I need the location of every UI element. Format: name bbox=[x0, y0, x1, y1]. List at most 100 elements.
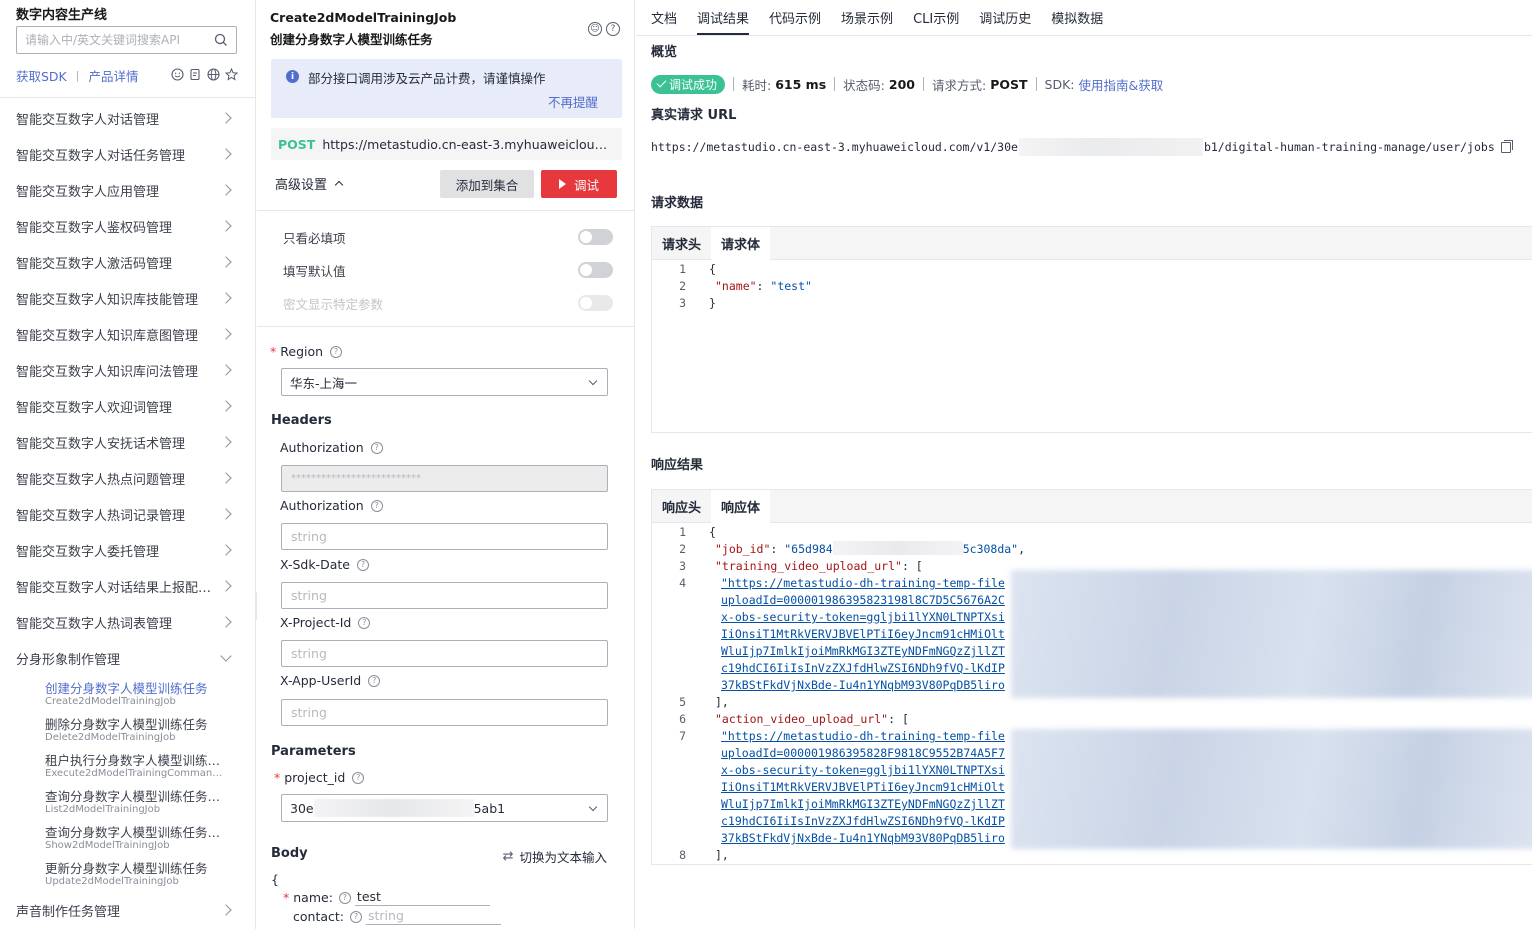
debug-form-panel: Create2dModelTrainingJob 创建分身数字人模型训练任务 ☺… bbox=[257, 0, 635, 929]
search-icon[interactable] bbox=[214, 33, 228, 47]
result-tab[interactable]: 文档 bbox=[651, 0, 687, 35]
question-icon[interactable]: ? bbox=[338, 891, 351, 904]
x-sdk-date-input[interactable] bbox=[282, 583, 607, 608]
feedback-smiley-icon[interactable]: ☺ bbox=[588, 22, 602, 36]
result-tab[interactable]: 调试历史 bbox=[969, 0, 1041, 35]
help-icon[interactable]: ? bbox=[606, 22, 620, 36]
sidebar-nav-item[interactable]: 智能交互数字人知识库意图管理 bbox=[0, 316, 255, 352]
upload-url-link[interactable]: 37kBStFkdVjNxBde-Iu4n1YNqbM93V80PqDB5lir… bbox=[721, 831, 1005, 845]
question-icon[interactable]: ? bbox=[370, 441, 383, 454]
result-tab[interactable]: 场景示例 bbox=[831, 0, 903, 35]
authorization-field[interactable] bbox=[281, 523, 608, 550]
authorization-input[interactable] bbox=[282, 524, 607, 549]
get-sdk-link[interactable]: 获取SDK bbox=[16, 66, 67, 85]
upload-url-link[interactable]: WluIjp7ImlkIjoiMmRkMGI3ZTEyNDFmNGQzZjllZ… bbox=[721, 644, 1005, 658]
upload-url-link[interactable]: x-obs-security-token=ggljbi1lYXN0LTNPTXs… bbox=[721, 610, 1005, 624]
sidebar-sub-item[interactable]: 租户执行分身数字人模型训练任务命令Execute2dModelTrainingC… bbox=[45, 748, 255, 784]
question-icon[interactable]: ? bbox=[358, 616, 371, 629]
sidebar-nav-item[interactable]: 智能交互数字人对话管理 bbox=[0, 100, 255, 136]
x-project-id-input[interactable] bbox=[282, 641, 607, 666]
code-text: 37kBStFkdVjNxBde-Iu4n1YNqbM93V80PqDB5lir… bbox=[695, 677, 1005, 694]
result-tab[interactable]: 调试结果 bbox=[687, 0, 759, 35]
upload-url-link[interactable]: uploadId=000001986395823198l8C7D5C5676A2… bbox=[721, 593, 1005, 607]
api-search-input[interactable] bbox=[17, 27, 203, 53]
line-number bbox=[652, 677, 695, 694]
tab-response-body[interactable]: 响应体 bbox=[711, 490, 771, 523]
smiley-icon[interactable] bbox=[170, 67, 184, 81]
upload-url-link[interactable]: c19hdCI6IiIsInVzZXJfdHlwZSI6NDh9fVQ-lKdI… bbox=[721, 814, 1005, 828]
default-values-switch[interactable] bbox=[578, 262, 613, 278]
tab-response-headers[interactable]: 响应头 bbox=[652, 490, 711, 523]
question-icon[interactable]: ? bbox=[352, 771, 365, 784]
x-app-userid-field[interactable] bbox=[281, 699, 608, 726]
question-icon[interactable]: ? bbox=[350, 910, 362, 923]
globe-icon[interactable] bbox=[206, 67, 220, 81]
sidebar-nav-item[interactable]: 智能交互数字人激活码管理 bbox=[0, 244, 255, 280]
sidebar-sub-item[interactable]: 删除分身数字人模型训练任务 Delete2dModelTrainingJob bbox=[45, 712, 255, 748]
debug-button[interactable]: 调试 bbox=[541, 170, 617, 198]
upload-url-link[interactable]: 37kBStFkdVjNxBde-Iu4n1YNqbM93V80PqDB5lir… bbox=[721, 678, 1005, 692]
sidebar-sub-item[interactable]: 查询分身数字人模型训练任务列表 List2dModelTrainingJob bbox=[45, 784, 255, 820]
sidebar-nav-item[interactable]: 智能交互数字人对话结果上报配置管理 bbox=[0, 568, 255, 604]
question-icon[interactable]: ? bbox=[330, 345, 343, 358]
star-icon[interactable] bbox=[224, 67, 238, 81]
body-contact-value[interactable]: string bbox=[366, 908, 501, 925]
document-edit-icon[interactable] bbox=[188, 67, 202, 81]
body-name-value[interactable]: test bbox=[354, 889, 490, 906]
nav-group-2d-model[interactable]: 分身形象制作管理 bbox=[0, 640, 255, 676]
upload-url-link[interactable]: x-obs-security-token=ggljbi1lYXN0LTNPTXs… bbox=[721, 763, 1005, 777]
sidebar-nav-item[interactable]: 智能交互数字人应用管理 bbox=[0, 172, 255, 208]
switch-to-text-input[interactable]: ⇄ 切换为文本输入 bbox=[503, 847, 607, 866]
x-app-userid-input[interactable] bbox=[282, 700, 607, 725]
add-to-collection-button[interactable]: 添加到集合 bbox=[440, 170, 534, 198]
sidebar-nav-item[interactable]: 智能交互数字人热词记录管理 bbox=[0, 496, 255, 532]
upload-url-link[interactable]: c19hdCI6IiIsInVzZXJfdHlwZSI6NDh9fVQ-lKdI… bbox=[721, 661, 1005, 675]
x-sdk-date-field[interactable] bbox=[281, 582, 608, 609]
line-number: 3 bbox=[679, 559, 686, 573]
region-label: * Region ? bbox=[270, 344, 343, 359]
project-id-select[interactable]: 30e 5ab1 bbox=[281, 794, 608, 822]
line-number bbox=[652, 592, 695, 609]
question-icon[interactable]: ? bbox=[368, 674, 381, 687]
question-icon[interactable]: ? bbox=[370, 499, 383, 512]
copy-icon[interactable] bbox=[1500, 139, 1513, 153]
result-tab[interactable]: CLI示例 bbox=[903, 0, 969, 35]
sidebar-nav-item[interactable]: 智能交互数字人安抚话术管理 bbox=[0, 424, 255, 460]
nav-item-label: 智能交互数字人热词表管理 bbox=[16, 616, 173, 632]
sidebar-nav-item[interactable]: 智能交互数字人鉴权码管理 bbox=[0, 208, 255, 244]
json-key: "training_video_upload_url" bbox=[715, 559, 902, 573]
advanced-settings-toggle[interactable]: 高级设置 bbox=[275, 174, 344, 193]
required-only-switch[interactable] bbox=[578, 229, 613, 245]
sidebar-nav-item[interactable]: 智能交互数字人委托管理 bbox=[0, 532, 255, 568]
region-select[interactable]: 华东-上海一 bbox=[281, 368, 608, 396]
upload-url-link[interactable]: "https://metastudio-dh-training-temp-fil… bbox=[721, 576, 1005, 590]
nav-item-voice-task[interactable]: 声音制作任务管理 bbox=[0, 892, 255, 928]
upload-url-link[interactable]: IiOnsiT1MtRkVERVJBVElPTiI6eyJncm91cHMiOl… bbox=[721, 780, 1005, 794]
upload-url-link[interactable]: WluIjp7ImlkIjoiMmRkMGI3ZTEyNDFmNGQzZjllZ… bbox=[721, 797, 1005, 811]
question-icon[interactable]: ? bbox=[356, 558, 369, 571]
sidebar-nav-item[interactable]: 智能交互数字人欢迎词管理 bbox=[0, 388, 255, 424]
sidebar-nav-item[interactable]: 智能交互数字人知识库问法管理 bbox=[0, 352, 255, 388]
code-line: 2 "job_id": "65d984 5c308da", bbox=[652, 541, 1532, 558]
sidebar-nav-item[interactable]: 智能交互数字人热点问题管理 bbox=[0, 460, 255, 496]
code-text: WluIjp7ImlkIjoiMmRkMGI3ZTEyNDFmNGQzZjllZ… bbox=[695, 796, 1005, 813]
tab-request-body[interactable]: 请求体 bbox=[711, 227, 771, 260]
upload-url-link[interactable]: "https://metastudio-dh-training-temp-fil… bbox=[721, 729, 1005, 743]
upload-url-link[interactable]: uploadId=000001986395828F9818C9552B74A5F… bbox=[721, 746, 1005, 760]
code-text: x-obs-security-token=ggljbi1lYXN0LTNPTXs… bbox=[695, 762, 1005, 779]
upload-url-link[interactable]: IiOnsiT1MtRkVERVJBVElPTiI6eyJncm91cHMiOl… bbox=[721, 627, 1005, 641]
result-tab[interactable]: 模拟数据 bbox=[1041, 0, 1113, 35]
result-tab[interactable]: 代码示例 bbox=[759, 0, 831, 35]
api-search-box[interactable] bbox=[16, 26, 237, 54]
sidebar-sub-item[interactable]: 创建分身数字人模型训练任务 Create2dModelTrainingJob bbox=[45, 676, 255, 712]
sidebar-nav-item[interactable]: 智能交互数字人热词表管理 bbox=[0, 604, 255, 640]
product-details-link[interactable]: 产品详情 bbox=[88, 66, 138, 85]
dismiss-notice-link[interactable]: 不再提醒 bbox=[548, 92, 598, 111]
sdk-guide-link[interactable]: 使用指南&获取 bbox=[1078, 75, 1163, 94]
sidebar-sub-item[interactable]: 更新分身数字人模型训练任务 Update2dModelTrainingJob bbox=[45, 856, 255, 892]
tab-request-headers[interactable]: 请求头 bbox=[652, 227, 711, 260]
sidebar-nav-item[interactable]: 智能交互数字人对话任务管理 bbox=[0, 136, 255, 172]
x-project-id-field[interactable] bbox=[281, 640, 608, 667]
sidebar-sub-item[interactable]: 查询分身数字人模型训练任务详情 Show2dModelTrainingJob bbox=[45, 820, 255, 856]
sidebar-nav-item[interactable]: 智能交互数字人知识库技能管理 bbox=[0, 280, 255, 316]
